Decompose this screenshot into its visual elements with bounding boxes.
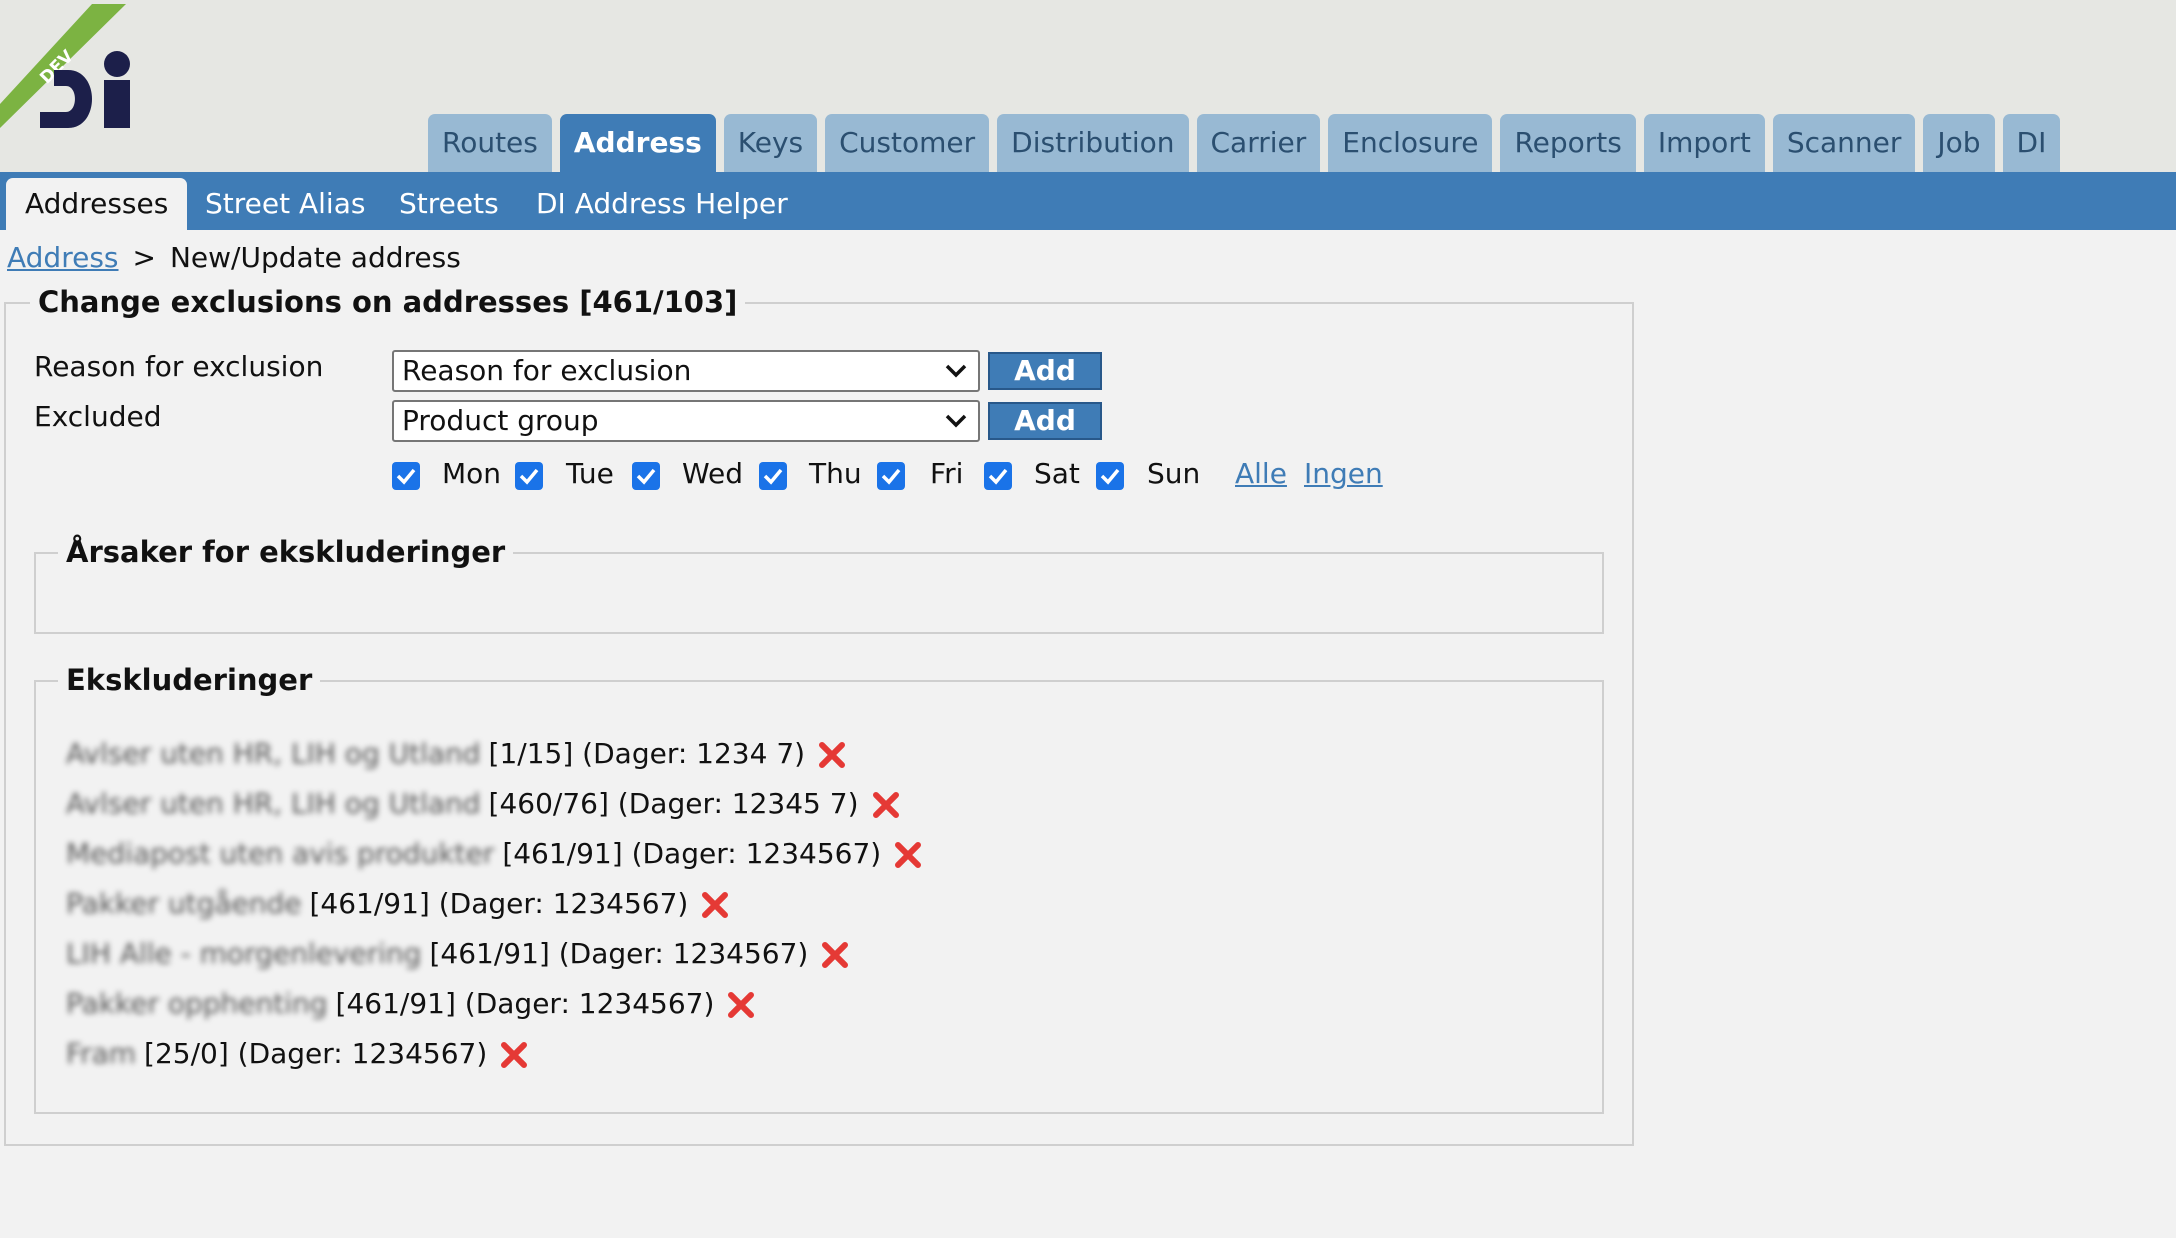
day-label-wed: Wed — [682, 457, 744, 490]
exclusion-row: Avlser uten HR, LIH og Utland [1/15] (Da… — [66, 734, 847, 774]
checkbox-sat[interactable] — [984, 462, 1012, 490]
checkbox-thu[interactable] — [759, 462, 787, 490]
day-label-fri: Fri — [930, 457, 964, 490]
select-no-days-link[interactable]: Ingen — [1304, 454, 1383, 494]
add-excluded-button[interactable]: Add — [988, 402, 1102, 440]
checkmark-icon — [763, 468, 783, 485]
main-navigation: Routes Address Keys Customer Distributio… — [428, 114, 2068, 172]
checkmark-icon — [396, 468, 416, 485]
add-reason-button[interactable]: Add — [988, 352, 1102, 390]
breadcrumb-address-link[interactable]: Address — [7, 241, 119, 274]
exclusion-detail: [25/0] (Dager: 1234567) — [144, 1037, 488, 1070]
delete-icon[interactable] — [871, 790, 901, 820]
exclusions-fieldset: Ekskluderinger Avlser uten HR, LIH og Ut… — [34, 660, 1604, 1114]
subtab-di-address-helper[interactable]: DI Address Helper — [517, 178, 807, 230]
exclusion-detail: [461/91] (Dager: 1234567) — [502, 837, 882, 870]
checkmark-icon — [636, 468, 656, 485]
subtab-addresses[interactable]: Addresses — [6, 178, 188, 230]
exclusion-name: Fram — [66, 1037, 137, 1070]
checkbox-mon[interactable] — [392, 462, 420, 490]
delete-icon[interactable] — [893, 840, 923, 870]
day-label-sun: Sun — [1147, 457, 1201, 490]
exclusion-name: Pakker opphenting — [66, 987, 328, 1020]
tab-scanner[interactable]: Scanner — [1772, 114, 1916, 172]
exclusion-detail: [461/91] (Dager: 1234567) — [429, 937, 809, 970]
tab-job[interactable]: Job — [1923, 114, 1995, 172]
delete-icon[interactable] — [817, 740, 847, 770]
exclusion-row: Fram [25/0] (Dager: 1234567) — [66, 1034, 529, 1074]
subtab-street-alias[interactable]: Street Alias — [186, 178, 384, 230]
tab-customer[interactable]: Customer — [825, 114, 990, 172]
checkmark-icon — [1100, 468, 1120, 485]
checkbox-wed[interactable] — [632, 462, 660, 490]
tab-reports[interactable]: Reports — [1500, 114, 1636, 172]
breadcrumb-separator: > — [132, 241, 156, 274]
checkbox-tue[interactable] — [515, 462, 543, 490]
change-exclusions-legend: Change exclusions on addresses [461/103] — [30, 282, 746, 322]
exclusion-row: Pakker opphenting [461/91] (Dager: 12345… — [66, 984, 756, 1024]
exclusion-detail: [461/91] (Dager: 1234567) — [335, 987, 715, 1020]
day-label-mon: Mon — [442, 457, 502, 490]
di-logo[interactable]: DEV — [0, 0, 150, 140]
reason-select-value: Reason for exclusion — [402, 354, 692, 387]
exclusion-row: Mediapost uten avis produkter [461/91] (… — [66, 834, 923, 874]
excluded-label: Excluded — [34, 400, 162, 433]
chevron-down-icon — [945, 364, 967, 378]
sub-navigation: Addresses Street Alias Streets DI Addres… — [0, 172, 2176, 230]
tab-address[interactable]: Address — [559, 114, 716, 172]
exclusion-name: Pakker utgående — [66, 887, 302, 920]
tab-distribution[interactable]: Distribution — [997, 114, 1189, 172]
exclusion-row: Avlser uten HR, LIH og Utland [460/76] (… — [66, 784, 901, 824]
exclusion-detail: [461/91] (Dager: 1234567) — [309, 887, 689, 920]
exclusion-name: Avlser uten HR, LIH og Utland — [66, 737, 481, 770]
delete-icon[interactable] — [726, 990, 756, 1020]
reasons-fieldset: Årsaker for ekskluderinger — [34, 532, 1604, 634]
delete-icon[interactable] — [700, 890, 730, 920]
select-all-days-link[interactable]: Alle — [1235, 454, 1287, 494]
reason-label: Reason for exclusion — [34, 350, 324, 383]
exclusion-detail: [1/15] (Dager: 1234 7) — [488, 737, 806, 770]
app-header: DEV Routes Address Keys Customer Distrib… — [0, 0, 2176, 172]
tab-di[interactable]: DI — [2002, 114, 2061, 172]
exclusion-name: Avlser uten HR, LIH og Utland — [66, 787, 481, 820]
checkmark-icon — [519, 468, 539, 485]
exclusion-row: Pakker utgående [461/91] (Dager: 1234567… — [66, 884, 730, 924]
reasons-legend: Årsaker for ekskluderinger — [58, 532, 514, 572]
reason-select[interactable]: Reason for exclusion — [392, 350, 980, 392]
exclusion-name: Mediapost uten avis produkter — [66, 837, 495, 870]
breadcrumb: Address > New/Update address — [7, 238, 461, 278]
tab-keys[interactable]: Keys — [723, 114, 818, 172]
tab-routes[interactable]: Routes — [428, 114, 552, 172]
breadcrumb-current: New/Update address — [169, 241, 461, 274]
checkmark-icon — [881, 468, 901, 485]
tab-import[interactable]: Import — [1643, 114, 1765, 172]
checkbox-fri[interactable] — [877, 462, 905, 490]
checkmark-icon — [988, 468, 1008, 485]
excluded-select[interactable]: Product group — [392, 400, 980, 442]
tab-enclosure[interactable]: Enclosure — [1328, 114, 1493, 172]
checkbox-sun[interactable] — [1096, 462, 1124, 490]
tab-carrier[interactable]: Carrier — [1196, 114, 1321, 172]
delete-icon[interactable] — [499, 1040, 529, 1070]
subtab-streets[interactable]: Streets — [380, 178, 518, 230]
excluded-select-value: Product group — [402, 404, 599, 437]
delete-icon[interactable] — [820, 940, 850, 970]
exclusion-name: LIH Alle - morgenlevering — [66, 937, 422, 970]
day-label-sat: Sat — [1034, 457, 1080, 490]
exclusion-row: LIH Alle - morgenlevering [461/91] (Dage… — [66, 934, 850, 974]
exclusion-detail: [460/76] (Dager: 12345 7) — [488, 787, 859, 820]
day-label-tue: Tue — [566, 457, 614, 490]
chevron-down-icon — [945, 414, 967, 428]
day-label-thu: Thu — [809, 457, 862, 490]
exclusions-legend: Ekskluderinger — [58, 660, 321, 700]
